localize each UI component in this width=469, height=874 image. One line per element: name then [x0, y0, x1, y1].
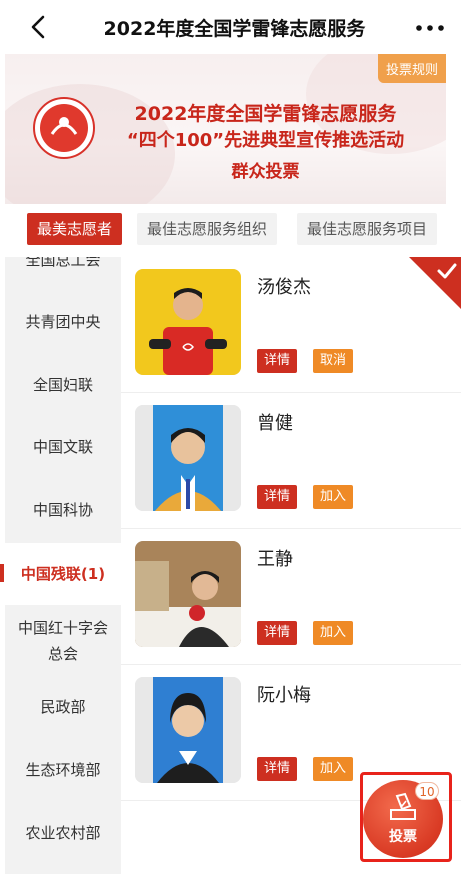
sidebar-item-label: 总会 — [47, 645, 78, 663]
add-vote-button[interactable]: 加入 — [313, 757, 354, 781]
selected-check-icon — [409, 257, 461, 309]
cancel-vote-button[interactable]: 取消 — [313, 349, 354, 373]
tab-best-organization[interactable]: 最佳志愿服务组织 — [137, 213, 278, 245]
details-button[interactable]: 详情 — [257, 621, 298, 645]
add-vote-button[interactable]: 加入 — [313, 485, 354, 509]
sidebar-item-label: 中国红十字会 — [17, 619, 108, 637]
sidebar-item-redcross[interactable]: 中国红十字会 总会 — [5, 615, 121, 667]
candidate-photo — [135, 541, 241, 647]
tab-best-project[interactable]: 最佳志愿服务项目 — [297, 213, 438, 245]
sidebar-item-cflac[interactable]: 中国文联 — [5, 434, 121, 460]
sidebar-item-cyl[interactable]: 共青团中央 — [5, 309, 121, 335]
candidate-card: 王静 详情 加入 — [121, 529, 461, 665]
sidebar-item-cdpf[interactable]: 中国残联(1) — [5, 543, 121, 605]
sidebar-item-acwf[interactable]: 全国妇联 — [5, 372, 121, 398]
sidebar-item-mca[interactable]: 民政部 — [5, 694, 121, 720]
campaign-banner: 投票规则 2022年度全国学雷锋志愿服务 “四个100”先进典型宣传推选活动 群… — [5, 54, 446, 204]
details-button[interactable]: 详情 — [257, 349, 298, 373]
sidebar-item-moa[interactable]: 农业农村部 — [5, 820, 121, 846]
details-button[interactable]: 详情 — [257, 485, 298, 509]
vote-count-badge: 10 — [415, 782, 439, 800]
candidate-photo — [135, 269, 241, 375]
candidate-name: 阮小梅 — [257, 685, 311, 706]
vote-rules-button[interactable]: 投票规则 — [377, 54, 446, 83]
vote-label: 投票 — [389, 829, 417, 845]
vote-button[interactable]: 投票 10 — [363, 780, 443, 858]
candidate-photo — [135, 677, 241, 783]
volunteer-logo-icon — [33, 97, 95, 159]
add-vote-button[interactable]: 加入 — [313, 621, 354, 645]
sidebar-item-cast[interactable]: 中国科协 — [5, 497, 121, 523]
candidate-name: 王静 — [257, 549, 293, 570]
category-tabs: 最美志愿者 最佳志愿服务组织 最佳志愿服务项目 — [0, 213, 469, 251]
org-sidebar: 全国总工会 共青团中央 全国妇联 中国文联 中国科协 中国残联(1) 中国红十字… — [5, 257, 121, 874]
sidebar-item-acftu[interactable]: 全国总工会 — [5, 257, 121, 273]
page-title: 2022年度全国学雷锋志愿服务 — [103, 18, 366, 40]
candidate-photo — [135, 405, 241, 511]
candidate-name: 汤俊杰 — [257, 277, 311, 298]
candidate-name: 曾健 — [257, 413, 293, 434]
sidebar-item-mee[interactable]: 生态环境部 — [5, 757, 121, 783]
banner-vote-title: 群众投票 — [231, 162, 300, 182]
banner-subheadline: “四个100”先进典型宣传推选活动 — [126, 130, 405, 151]
tab-best-volunteer[interactable]: 最美志愿者 — [27, 213, 123, 245]
candidate-card: 汤俊杰 详情 取消 — [121, 257, 461, 393]
active-indicator — [0, 564, 4, 582]
banner-headline: 2022年度全国学雷锋志愿服务 — [134, 103, 397, 125]
candidate-card: 曾健 详情 加入 — [121, 393, 461, 529]
top-nav-bar: 2022年度全国学雷锋志愿服务 — [0, 0, 469, 54]
details-button[interactable]: 详情 — [257, 757, 298, 781]
more-dots-icon[interactable] — [413, 18, 447, 38]
ballot-box-icon — [390, 792, 416, 820]
